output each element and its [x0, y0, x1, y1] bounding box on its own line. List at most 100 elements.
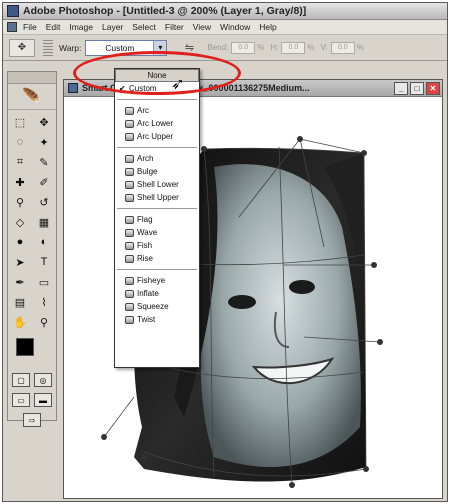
slice-icon[interactable]: ✎ [33, 153, 55, 171]
menu-view[interactable]: View [193, 22, 211, 32]
h-percent: % [307, 43, 315, 52]
pen-icon[interactable]: ✒ [9, 273, 31, 291]
menu-help[interactable]: Help [259, 22, 276, 32]
warp-option-custom[interactable]: ✔ Custom [115, 82, 199, 95]
quick-mask-icon[interactable]: ◎ [34, 373, 52, 387]
warp-option-label: Arc Upper [137, 132, 174, 141]
h-label: H: [270, 43, 279, 52]
healing-brush-icon[interactable]: ✚ [9, 173, 31, 191]
warp-option-label: Custom [129, 84, 157, 93]
crop-icon[interactable]: ⌗ [9, 153, 31, 171]
document-icon [68, 83, 78, 93]
warp-option-arc-upper[interactable]: Arc Upper [115, 130, 199, 143]
color-swatches [8, 334, 56, 370]
warp-option-arc[interactable]: Arc [115, 104, 199, 117]
arch-icon [125, 154, 134, 163]
warp-option-wave[interactable]: Wave [115, 226, 199, 239]
h-distortion-field[interactable]: 0.0 [281, 41, 306, 54]
chevron-down-icon[interactable]: ▾ [153, 40, 167, 55]
path-selection-icon[interactable]: ➤ [9, 253, 31, 271]
warp-orientation-icon[interactable]: ⇋ [181, 40, 197, 56]
type-icon[interactable]: T [33, 253, 55, 271]
shell-upper-icon [125, 193, 134, 202]
warp-style-select[interactable]: Custom ▾ [85, 39, 168, 56]
v-label: V: [320, 43, 328, 52]
warp-option-fisheye[interactable]: Fisheye [115, 274, 199, 287]
screen-mode-1-icon[interactable]: ▭ [12, 393, 30, 407]
fisheye-icon [125, 276, 134, 285]
toolbox-header[interactable] [8, 72, 56, 84]
standard-mode-icon[interactable]: ▢ [12, 373, 30, 387]
app-menu-icon[interactable] [7, 22, 17, 32]
bend-percent: % [257, 43, 265, 52]
zoom-icon[interactable]: ⚲ [33, 313, 55, 331]
lasso-icon[interactable]: ◌ [9, 133, 31, 151]
warp-option-label: None [147, 71, 167, 80]
notes-icon[interactable]: ▤ [9, 293, 31, 311]
dodge-icon[interactable]: ◐ [33, 233, 55, 251]
menu-separator [117, 99, 197, 100]
gradient-icon[interactable]: ▦ [33, 213, 55, 231]
window-title: Adobe Photoshop - [Untitled-3 @ 200% (La… [23, 5, 307, 17]
warp-option-label: Arc [137, 106, 149, 115]
warp-option-rise[interactable]: Rise [115, 252, 199, 265]
warp-option-inflate[interactable]: Inflate [115, 287, 199, 300]
warp-option-none[interactable]: None [115, 69, 199, 82]
menu-filter[interactable]: Filter [165, 22, 184, 32]
maximize-button[interactable]: □ [410, 82, 424, 95]
warp-option-flag[interactable]: Flag [115, 213, 199, 226]
magic-wand-icon[interactable]: ✦ [33, 133, 55, 151]
warp-option-shell-lower[interactable]: Shell Lower [115, 178, 199, 191]
title-bar: Adobe Photoshop - [Untitled-3 @ 200% (La… [3, 3, 447, 20]
bend-field[interactable]: 0.0 [231, 41, 256, 54]
close-button[interactable]: ✕ [426, 82, 440, 95]
warp-option-bulge[interactable]: Bulge [115, 165, 199, 178]
move-icon: ✥ [17, 42, 27, 53]
mouse-cursor-icon: ➶ [171, 76, 185, 93]
blur-icon[interactable]: ● [9, 233, 31, 251]
shape-icon[interactable]: ▭ [33, 273, 55, 291]
inflate-icon [125, 289, 134, 298]
screen-mode-row: ▭ ▬ [8, 390, 56, 410]
screen-mode-2-icon[interactable]: ▬ [34, 393, 52, 407]
rise-icon [125, 254, 134, 263]
v-distortion-field[interactable]: 0.0 [330, 41, 355, 54]
arc-lower-icon [125, 119, 134, 128]
clone-stamp-icon[interactable]: ⚲ [9, 193, 31, 211]
warp-option-arch[interactable]: Arch [115, 152, 199, 165]
warp-option-label: Fisheye [137, 276, 166, 285]
warp-option-squeeze[interactable]: Squeeze [115, 300, 199, 313]
marquee-icon[interactable]: ⬚ [9, 113, 31, 131]
foreground-color-swatch[interactable] [16, 338, 34, 356]
tool-preset-picker[interactable]: ✥ [9, 38, 35, 57]
menu-select[interactable]: Select [132, 22, 156, 32]
move-icon[interactable]: ✥ [33, 113, 55, 131]
menu-layer[interactable]: Layer [102, 22, 123, 32]
menu-window[interactable]: Window [220, 22, 250, 32]
warp-option-arc-lower[interactable]: Arc Lower [115, 117, 199, 130]
menu-separator [117, 269, 197, 270]
menu-bar: File Edit Image Layer Select Filter View… [3, 20, 447, 35]
menu-file[interactable]: File [23, 22, 37, 32]
photoshop-window: Adobe Photoshop - [Untitled-3 @ 200% (La… [2, 2, 448, 502]
warp-option-fish[interactable]: Fish [115, 239, 199, 252]
menu-edit[interactable]: Edit [46, 22, 61, 32]
warp-option-twist[interactable]: Twist [115, 313, 199, 326]
jump-to-imageready-icon[interactable]: ⇨ [23, 413, 41, 427]
photoshop-logo-icon [7, 5, 19, 17]
eraser-icon[interactable]: ◇ [9, 213, 31, 231]
feather-icon: 🪶 [8, 84, 56, 110]
eyedropper-icon[interactable]: ⌇ [33, 293, 55, 311]
menu-image[interactable]: Image [69, 22, 93, 32]
warp-option-label: Flag [137, 215, 153, 224]
hand-icon[interactable]: ✋ [9, 313, 31, 331]
warp-option-label: Squeeze [137, 302, 169, 311]
warp-option-label: Bulge [137, 167, 158, 176]
minimize-button[interactable]: _ [394, 82, 408, 95]
history-brush-icon[interactable]: ↺ [33, 193, 55, 211]
warp-option-shell-upper[interactable]: Shell Upper [115, 191, 199, 204]
brush-icon[interactable]: ✐ [33, 173, 55, 191]
shell-lower-icon [125, 180, 134, 189]
warp-option-label: Arch [137, 154, 154, 163]
arc-icon [125, 106, 134, 115]
